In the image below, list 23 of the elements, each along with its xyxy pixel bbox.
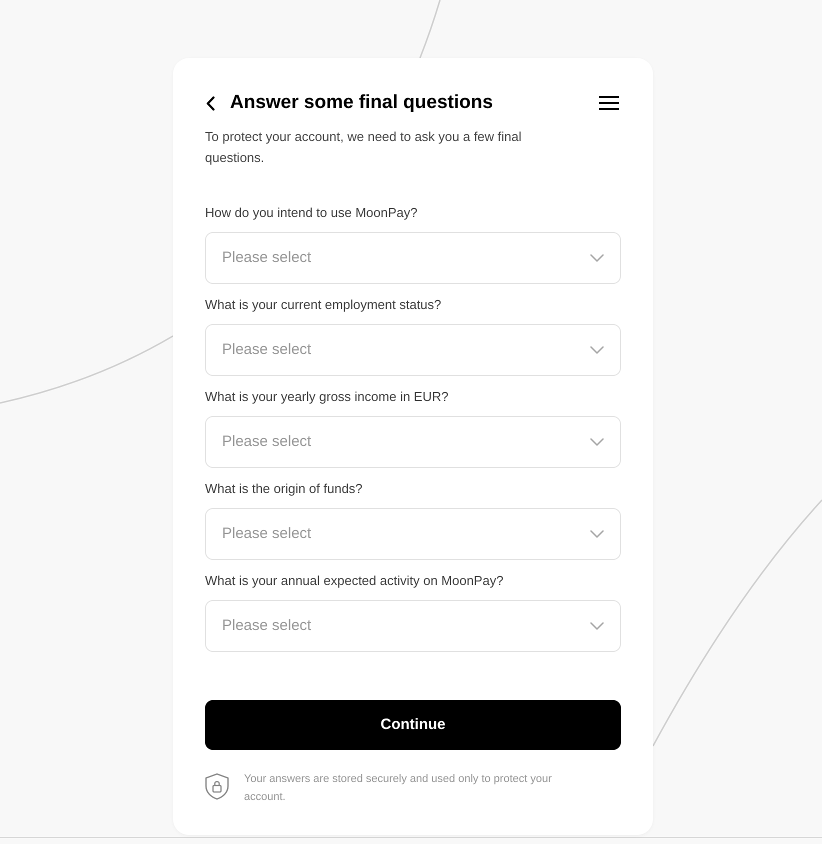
question-label: What is your yearly gross income in EUR? — [205, 388, 450, 406]
select-field[interactable]: Please select — [205, 600, 621, 652]
back-icon[interactable] — [206, 96, 215, 110]
menu-icon[interactable] — [599, 96, 619, 110]
security-note: Your answers are stored securely and used only to protect your account. — [244, 772, 553, 805]
page-subtitle: To protect your account, we need to ask you a few final questions. — [205, 128, 523, 167]
continue-button[interactable]: Continue — [205, 700, 621, 750]
select-field[interactable]: Please select — [205, 232, 621, 284]
page-title: Answer some final questions — [230, 91, 493, 115]
chevron-down-icon — [590, 438, 604, 446]
question-label: What is your annual expected activity on MoonPay? — [205, 572, 504, 590]
select-field[interactable]: Please select — [205, 416, 621, 468]
select-field[interactable]: Please select — [205, 508, 621, 560]
shield-lock-icon — [205, 773, 229, 800]
question-label: What is the origin of funds? — [205, 480, 364, 498]
question-label: How do you intend to use MoonPay? — [205, 204, 418, 222]
background-curve — [419, 0, 441, 58]
chevron-down-icon — [590, 530, 604, 538]
chevron-down-icon — [590, 346, 604, 354]
question-label: What is your current employment status? — [205, 296, 442, 314]
select-field[interactable]: Please select — [205, 324, 621, 376]
chevron-down-icon — [590, 254, 604, 262]
chevron-down-icon — [590, 622, 604, 630]
